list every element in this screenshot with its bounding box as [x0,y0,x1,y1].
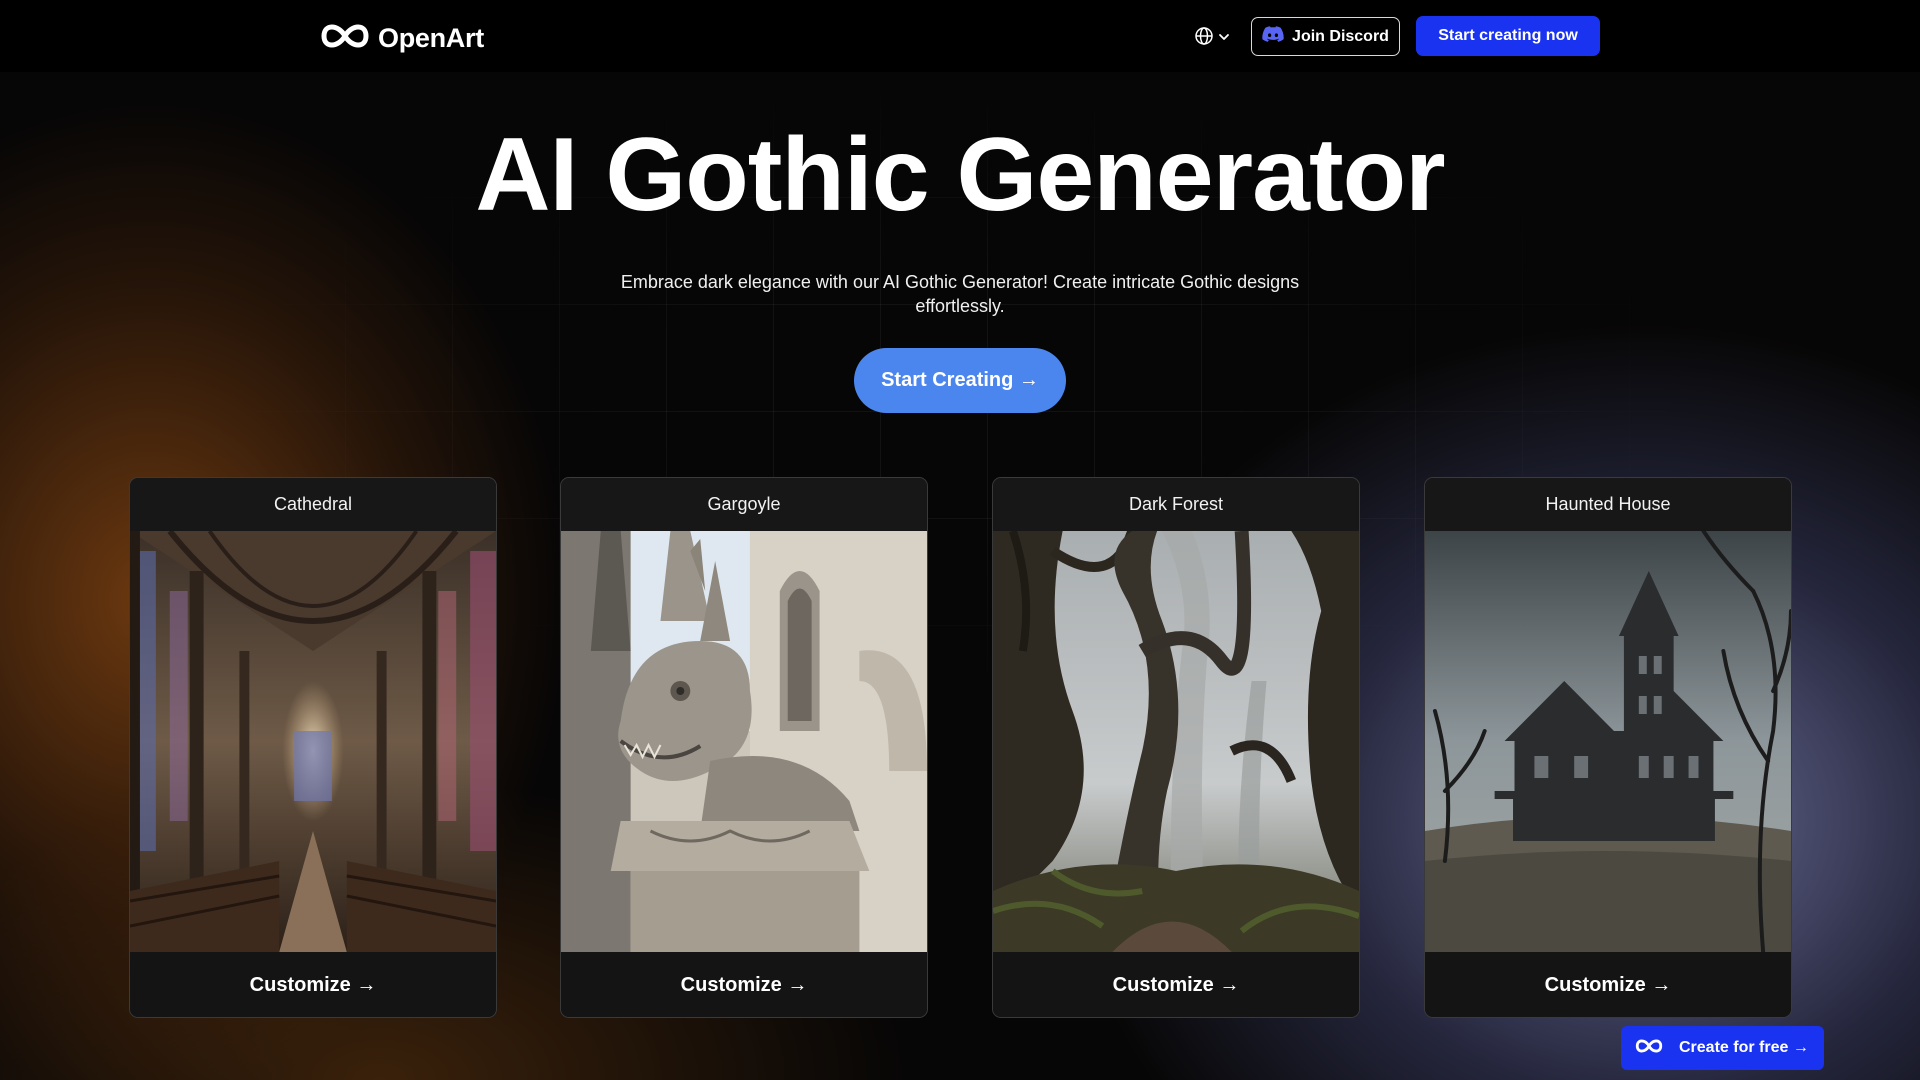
customize-button[interactable]: Customize → [1425,952,1791,1017]
hero-subtitle: Embrace dark elegance with our AI Gothic… [620,272,1300,316]
cathedral-image[interactable] [130,531,496,952]
template-card-cathedral[interactable]: Cathedral Customize → [129,477,497,1018]
card-title: Dark Forest [993,478,1359,531]
create-for-free-button[interactable]: Create for free → [1621,1026,1824,1070]
template-card-gargoyle[interactable]: Gargoyle Customize → [560,477,928,1018]
logo-text: OpenArt [378,23,484,53]
page-title: AI Gothic Generator [475,117,1445,233]
openart-infinity-icon [1635,1037,1663,1060]
start-creating-now-button[interactable]: Start creating now [1416,16,1600,56]
openart-logo[interactable]: OpenArt [320,20,484,57]
haunted-house-image[interactable] [1425,531,1791,952]
gargoyle-image[interactable] [561,531,927,952]
customize-button[interactable]: Customize → [130,952,496,1017]
create-for-free-label: Create for free → [1679,1039,1809,1056]
template-card-haunted-house[interactable]: Haunted House Customize → [1424,477,1792,1018]
card-title: Gargoyle [561,478,927,531]
openart-infinity-icon [320,20,370,57]
card-title: Haunted House [1425,478,1791,531]
start-creating-button[interactable]: Start Creating → [854,348,1066,413]
globe-icon [1194,26,1214,51]
top-navbar: OpenArt Join Discord Start creating now [0,0,1920,72]
language-selector[interactable] [1194,26,1230,51]
dark-forest-image[interactable] [993,531,1359,952]
customize-button[interactable]: Customize → [993,952,1359,1017]
chevron-down-icon [1218,30,1230,48]
template-card-dark-forest[interactable]: Dark Forest Customize → [992,477,1360,1018]
customize-button[interactable]: Customize → [561,952,927,1017]
discord-icon [1262,26,1284,47]
join-discord-label: Join Discord [1292,27,1389,45]
join-discord-button[interactable]: Join Discord [1251,17,1400,56]
card-title: Cathedral [130,478,496,531]
